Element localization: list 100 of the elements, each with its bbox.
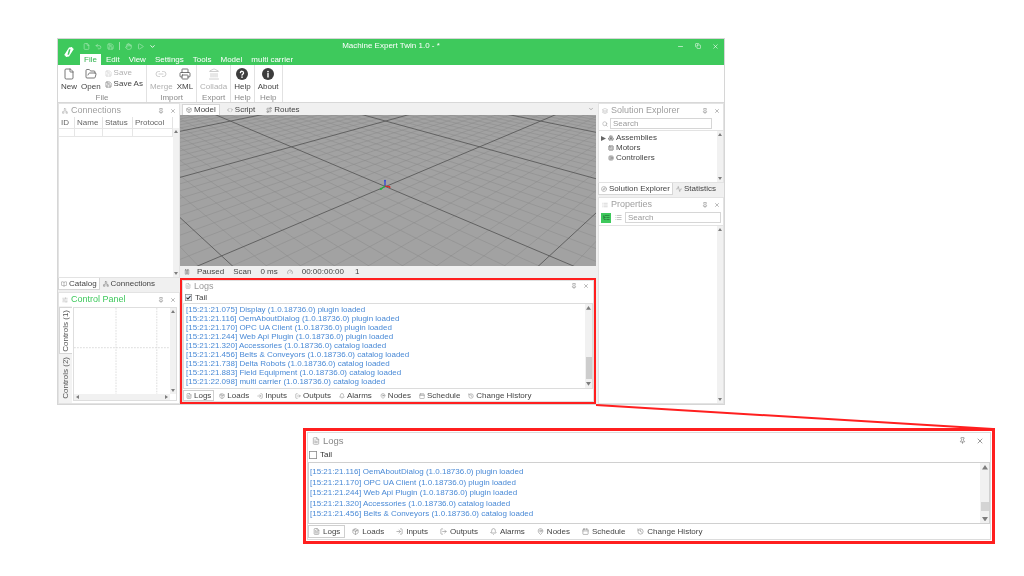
log-entry[interactable]: [15:21:21.738] Delta Robots (1.0.18736.0) catalog loaded [186, 359, 585, 368]
scroll-down-icon[interactable] [981, 516, 988, 521]
panel-tab[interactable]: Change History [632, 525, 708, 538]
panel-tab[interactable]: Solution Explorer [598, 183, 673, 195]
play-icon[interactable] [137, 42, 144, 50]
search-field[interactable]: Search [625, 212, 721, 223]
scrollbar-thumb[interactable] [980, 501, 989, 511]
log-entry[interactable]: [15:21:21.116] OemAboutDialog (1.0.18736.0) plugin loaded [186, 314, 585, 323]
vertical-scrollbar[interactable] [717, 226, 723, 403]
panel-tab[interactable]: Nodes [376, 390, 414, 401]
pin-icon[interactable] [702, 107, 708, 114]
floor-grid-drawing[interactable] [180, 115, 596, 266]
panel-tab[interactable]: Outputs [291, 390, 334, 401]
file-icon[interactable] [83, 42, 90, 50]
close-icon[interactable] [170, 107, 176, 114]
scroll-down-icon[interactable] [718, 177, 722, 180]
panel-tab[interactable]: Statistics [672, 183, 719, 195]
scroll-up-icon[interactable] [171, 310, 175, 313]
log-entry[interactable]: [15:21:21.244] Web Api Plugin (1.0.18736.0) plugin loaded [310, 488, 980, 499]
ribbon-button[interactable]: XML [175, 68, 195, 91]
panel-tab[interactable]: Schedule [416, 390, 464, 401]
vertical-scrollbar[interactable] [980, 463, 989, 523]
close-icon[interactable] [170, 296, 176, 303]
checkbox[interactable] [309, 451, 317, 459]
ribbon-button[interactable]: Open [80, 68, 102, 91]
scroll-down-icon[interactable] [171, 389, 175, 392]
log-entry[interactable]: [15:21:21.320] Accessories (1.0.18736.0) catalog loaded [310, 498, 980, 509]
pause-icon[interactable] [184, 269, 190, 275]
scroll-up-icon[interactable] [981, 465, 988, 470]
log-entry[interactable]: [15:21:21.170] OPC UA Client (1.0.18736.0) plugin loaded [186, 323, 585, 332]
panel-tab[interactable]: Loads [347, 525, 390, 538]
panel-tab[interactable]: Nodes [531, 525, 575, 538]
log-entry[interactable]: [15:21:22.098] multi carrier (1.0.18736.0) catalog loaded [186, 377, 585, 386]
scroll-left-icon[interactable] [76, 395, 79, 399]
column-header[interactable]: ID [59, 117, 75, 128]
vertical-scrollbar[interactable] [173, 128, 179, 277]
panel-tab[interactable]: Logs [183, 390, 215, 401]
tree-item[interactable]: Assemblies [616, 134, 657, 142]
panel-tab[interactable]: Schedule [577, 525, 631, 538]
scroll-up-icon[interactable] [174, 130, 178, 133]
panel-tab[interactable]: Outputs [434, 525, 483, 538]
close-icon[interactable] [714, 201, 720, 208]
axis-gizmo-icon[interactable] [379, 179, 391, 191]
vertical-scrollbar[interactable] [170, 308, 176, 394]
undo-icon[interactable] [95, 42, 102, 50]
scroll-down-icon[interactable] [718, 398, 722, 401]
scrollbar-thumb[interactable] [585, 357, 592, 380]
ribbon-button[interactable]: New [60, 68, 78, 91]
column-header[interactable]: Status [103, 117, 133, 128]
column-header[interactable]: Name [75, 117, 103, 128]
vertical-scrollbar[interactable] [717, 131, 723, 182]
log-entry[interactable]: [15:21:21.456] Belts & Conveyors (1.0.18736.0) catalog loaded [186, 350, 585, 359]
column-header[interactable]: Protocol [133, 117, 173, 128]
document-tab[interactable]: Routes [262, 104, 304, 115]
log-entry[interactable]: [15:21:21.075] Display (1.0.18736.0) plugin loaded [186, 305, 585, 314]
scroll-up-icon[interactable] [586, 306, 591, 310]
scroll-up-icon[interactable] [718, 228, 722, 231]
vertical-tab[interactable]: Controls (2) [59, 354, 72, 401]
hand-icon[interactable] [125, 42, 132, 50]
pin-icon[interactable] [158, 107, 164, 114]
scroll-down-icon[interactable] [174, 272, 178, 275]
vertical-tab[interactable]: Controls (1) [59, 307, 72, 354]
panel-tab[interactable]: Alarms [484, 525, 530, 538]
scroll-up-icon[interactable] [718, 133, 722, 136]
panel-tab[interactable]: Loads [216, 390, 253, 401]
pin-icon[interactable] [959, 437, 966, 444]
ribbon-button[interactable]: Save As [104, 79, 144, 89]
pin-icon[interactable] [158, 296, 164, 303]
panel-tab[interactable]: Logs [308, 525, 346, 538]
panel-tab[interactable]: Inputs [391, 525, 433, 538]
search-field[interactable]: Search [610, 118, 712, 129]
ribbon-button[interactable]: About [256, 68, 280, 91]
horizontal-scrollbar[interactable] [74, 394, 170, 400]
panel-tab[interactable]: Inputs [254, 390, 290, 401]
document-tab[interactable]: Model [182, 104, 220, 115]
pin-icon[interactable] [571, 283, 577, 289]
caret-icon[interactable] [601, 135, 606, 141]
checkbox[interactable] [185, 294, 192, 301]
restore-icon[interactable] [695, 43, 701, 49]
panel-tab[interactable]: Alarms [335, 390, 375, 401]
scroll-right-icon[interactable] [165, 395, 168, 399]
tree-item[interactable]: Motors [616, 144, 641, 152]
log-entry[interactable]: [15:21:21.116] OemAboutDialog (1.0.18736.0) plugin loaded [310, 467, 980, 478]
close-icon[interactable] [583, 283, 589, 289]
view-toggle-button[interactable] [601, 212, 611, 223]
tree-item[interactable]: Controllers [616, 154, 655, 162]
panel-tab[interactable]: Change History [465, 390, 535, 401]
panel-tab[interactable]: Catalog [58, 278, 100, 290]
close-icon[interactable] [976, 436, 984, 445]
log-entry[interactable]: [15:21:21.244] Web Api Plugin (1.0.18736.0) plugin loaded [186, 332, 585, 341]
view-toggle-button[interactable] [613, 212, 623, 223]
close-icon[interactable] [714, 107, 720, 114]
ribbon-button[interactable]: Help [233, 68, 252, 91]
vertical-scrollbar[interactable] [585, 304, 592, 388]
log-entry[interactable]: [15:21:21.883] Field Equipment (1.0.18736.0) catalog loaded [186, 368, 585, 377]
pin-icon[interactable] [702, 201, 708, 208]
log-entry[interactable]: [15:21:21.170] OPC UA Client (1.0.18736.0) plugin loaded [310, 477, 980, 488]
log-entry[interactable]: [15:21:21.320] Accessories (1.0.18736.0) catalog loaded [186, 341, 585, 350]
scroll-down-icon[interactable] [586, 382, 591, 386]
document-tab[interactable]: Script [222, 104, 260, 115]
